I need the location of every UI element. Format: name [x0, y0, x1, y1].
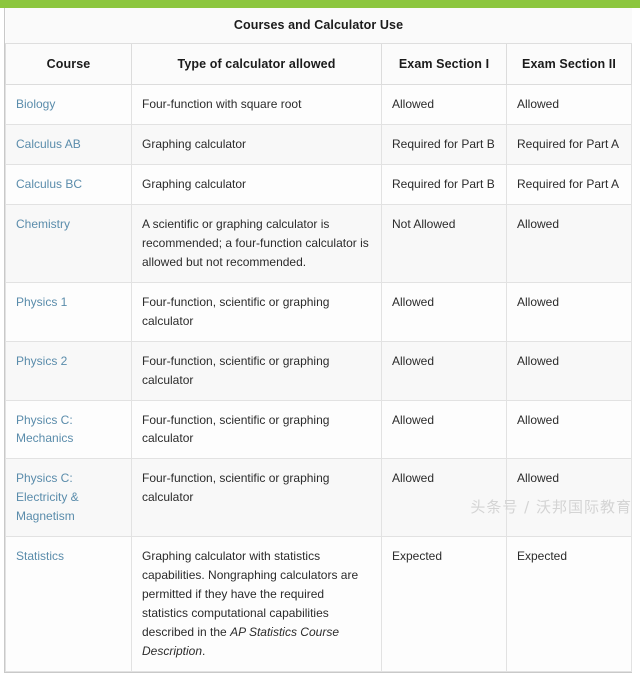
exam-section-2-cell: Allowed: [505, 84, 633, 125]
exam-section-2-cell: Allowed: [505, 281, 633, 342]
exam-section-1-cell: Not Allowed: [381, 203, 507, 283]
course-name-cell[interactable]: Biology: [5, 84, 132, 125]
page-root: Courses and Calculator Use Course Type o…: [0, 0, 640, 673]
courses-table-container: Courses and Calculator Use Course Type o…: [4, 8, 633, 673]
exam-section-2-cell: Allowed: [505, 203, 633, 283]
course-name-cell[interactable]: Chemistry: [5, 203, 132, 283]
calculator-type-cell: Graphing calculator: [131, 123, 382, 165]
table-body: Biology Four-function with square root A…: [5, 84, 633, 673]
calculator-type-cell: Graphing calculator with statistics capa…: [131, 536, 382, 673]
course-link[interactable]: Physics C: Mechanics: [16, 413, 73, 446]
exam-section-1-cell: Expected: [381, 536, 507, 673]
course-name-cell[interactable]: Physics C: Mechanics: [5, 399, 132, 460]
exam-section-1-cell: Allowed: [381, 458, 507, 538]
course-name-cell[interactable]: Physics 2: [5, 340, 132, 401]
table-row: Physics 1 Four-function, scientific or g…: [5, 281, 633, 342]
table-row: Physics 2 Four-function, scientific or g…: [5, 340, 633, 401]
exam-section-2-cell: Allowed: [505, 399, 633, 460]
table-row: Biology Four-function with square root A…: [5, 84, 633, 125]
course-link[interactable]: Calculus AB: [16, 137, 81, 151]
course-link[interactable]: Physics 1: [16, 295, 67, 309]
calculator-type-cell: Four-function, scientific or graphing ca…: [131, 340, 382, 401]
calculator-type-cell: Four-function, scientific or graphing ca…: [131, 399, 382, 460]
course-link[interactable]: Physics 2: [16, 354, 67, 368]
exam-section-1-cell: Allowed: [381, 340, 507, 401]
exam-section-1-cell: Required for Part B: [381, 123, 507, 165]
courses-and-calculator-use-table: Courses and Calculator Use Course Type o…: [5, 8, 633, 673]
exam-section-1-cell: Allowed: [381, 84, 507, 125]
column-header-exam-section-2: Exam Section II: [505, 43, 633, 85]
course-link[interactable]: Chemistry: [16, 217, 70, 231]
course-name-cell[interactable]: Physics 1: [5, 281, 132, 342]
calculator-type-cell: A scientific or graphing calculator is r…: [131, 203, 382, 283]
table-title-row: Courses and Calculator Use: [5, 8, 632, 44]
column-header-exam-section-1: Exam Section I: [381, 43, 507, 85]
calculator-type-cell: Four-function, scientific or graphing ca…: [131, 281, 382, 342]
table-column-header-row: Course Type of calculator allowed Exam S…: [5, 43, 633, 85]
top-accent-bar: [0, 0, 640, 8]
calculator-type-cell: Four-function with square root: [131, 84, 382, 125]
course-name-cell[interactable]: Calculus BC: [5, 163, 132, 205]
calculator-type-cell: Four-function, scientific or graphing ca…: [131, 458, 382, 538]
course-name-cell[interactable]: Physics C: Electricity & Magnetism: [5, 458, 132, 538]
exam-section-1-cell: Allowed: [381, 281, 507, 342]
table-row: Statistics Graphing calculator with stat…: [5, 536, 633, 673]
course-link[interactable]: Statistics: [16, 549, 64, 563]
course-link[interactable]: Biology: [16, 97, 55, 111]
column-header-course: Course: [5, 43, 132, 85]
exam-section-2-cell: Allowed: [505, 458, 633, 538]
course-link[interactable]: Physics C: Electricity & Magnetism: [16, 471, 79, 523]
exam-section-1-cell: Allowed: [381, 399, 507, 460]
table-title: Courses and Calculator Use: [5, 8, 632, 44]
table-row: Physics C: Electricity & Magnetism Four-…: [5, 458, 633, 538]
exam-section-2-cell: Required for Part A: [505, 163, 633, 205]
exam-section-1-cell: Required for Part B: [381, 163, 507, 205]
table-row: Chemistry A scientific or graphing calcu…: [5, 203, 633, 283]
course-link[interactable]: Calculus BC: [16, 177, 82, 191]
table-row: Calculus BC Graphing calculator Required…: [5, 163, 633, 205]
table-row: Calculus AB Graphing calculator Required…: [5, 123, 633, 165]
column-header-calculator-type: Type of calculator allowed: [131, 43, 382, 85]
table-header: Courses and Calculator Use Course Type o…: [5, 8, 633, 85]
exam-section-2-cell: Allowed: [505, 340, 633, 401]
exam-section-2-cell: Expected: [505, 536, 633, 673]
calculator-type-cell: Graphing calculator: [131, 163, 382, 205]
course-name-cell[interactable]: Statistics: [5, 536, 132, 673]
exam-section-2-cell: Required for Part A: [505, 123, 633, 165]
table-row: Physics C: Mechanics Four-function, scie…: [5, 399, 633, 460]
calculator-type-text-suffix: .: [202, 644, 206, 659]
course-name-cell[interactable]: Calculus AB: [5, 123, 132, 165]
